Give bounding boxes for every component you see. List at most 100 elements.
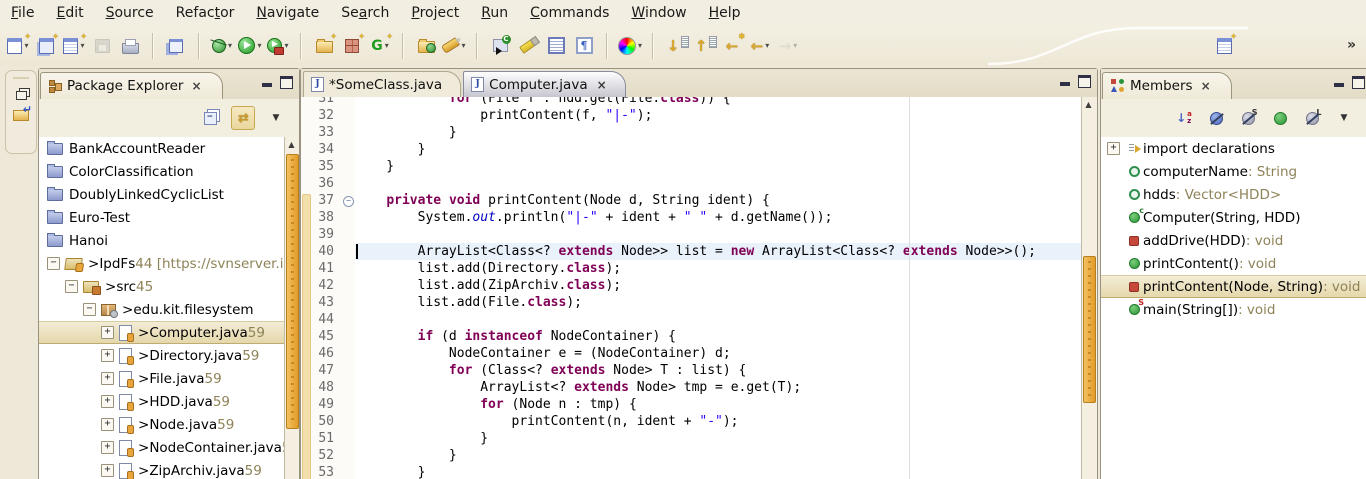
tree-item-nodecontainer-java[interactable]: +> NodeContainer.java 59 [39, 436, 284, 459]
dropdown-arrow-icon[interactable]: ▾ [80, 41, 84, 50]
code-line[interactable] [355, 175, 1082, 192]
dropdown-arrow-icon[interactable]: ▾ [257, 41, 261, 50]
code-line[interactable] [355, 226, 1082, 243]
editor-tab--someclass-java[interactable]: J*SomeClass.java [303, 71, 461, 97]
tree-item-ziparchiv-java[interactable]: +> ZipArchiv.java 59 [39, 459, 284, 479]
code-line[interactable]: } [355, 430, 1082, 447]
code-line[interactable]: NodeContainer e = (NodeContainer) d; [355, 345, 1082, 362]
back-icon[interactable]: ←▾ [748, 32, 772, 60]
code-line[interactable]: for (Class<? extends Node> T : list) { [355, 362, 1082, 379]
hide-static-icon[interactable]: S [1237, 107, 1259, 129]
code-line[interactable]: list.add(File.class); [355, 294, 1082, 311]
expander-icon[interactable]: + [101, 326, 114, 339]
new-window-icon[interactable] [164, 32, 188, 60]
close-icon[interactable]: × [1201, 79, 1211, 93]
color-wheel-icon[interactable]: ▾ [618, 32, 642, 60]
checkout-icon[interactable]: ✦ [312, 32, 336, 60]
editor-scrollbar[interactable]: ▲ [1081, 97, 1097, 479]
hide-fields-icon[interactable] [1205, 107, 1227, 129]
search-icon[interactable]: ▾ [442, 32, 466, 60]
dropdown-arrow-icon[interactable]: ▾ [24, 41, 28, 50]
maximize-icon[interactable] [1078, 75, 1091, 88]
scrollbar-thumb[interactable] [1083, 256, 1096, 403]
run-last-tool-icon[interactable] [488, 32, 512, 60]
forward-icon[interactable]: →▾ [776, 32, 800, 60]
dropdown-arrow-icon[interactable]: ▾ [461, 41, 465, 50]
member-import-declarations[interactable]: +import declarations [1101, 137, 1366, 160]
show-selected-element-icon[interactable] [544, 32, 568, 60]
maximize-icon[interactable] [1352, 76, 1365, 89]
close-icon[interactable]: × [597, 78, 607, 92]
scrollbar-thumb[interactable] [286, 154, 299, 429]
close-icon[interactable]: × [191, 79, 201, 93]
code-line[interactable]: } [355, 124, 1082, 141]
sort-icon[interactable]: ↓az [1173, 107, 1195, 129]
collapse-fold-icon[interactable]: − [343, 196, 354, 207]
expander-icon[interactable]: + [101, 349, 114, 362]
toolbar-overflow-chevron[interactable]: » [1347, 37, 1354, 53]
code-line[interactable]: list.add(Directory.class); [355, 260, 1082, 277]
code-line[interactable] [355, 311, 1082, 328]
code-line[interactable]: } [355, 464, 1082, 479]
menu-window[interactable]: Window [620, 3, 697, 23]
tree-item-edu-kit-filesystem[interactable]: −> edu.kit.filesystem [39, 298, 284, 321]
editor-content[interactable]: 3132333435363738394041424344454647484950… [301, 97, 1082, 479]
menu-search[interactable]: Search [330, 3, 400, 23]
tree-item-euro-test[interactable]: Euro-Test [39, 206, 284, 229]
code-line[interactable]: } [355, 158, 1082, 175]
code-line[interactable]: for (File f : hdd.get(File.class)) { [355, 97, 1082, 107]
tree-item-directory-java[interactable]: +> Directory.java 59 [39, 344, 284, 367]
code-line[interactable]: } [355, 447, 1082, 464]
hide-local-types-icon[interactable]: L [1301, 107, 1323, 129]
code-line[interactable]: list.add(ZipArchiv.class); [355, 277, 1082, 294]
new-package-icon[interactable]: ✦ [340, 32, 364, 60]
package-explorer-tab[interactable]: Package Explorer × [40, 72, 223, 99]
expander-icon[interactable]: + [101, 372, 114, 385]
menu-edit[interactable]: Edit [45, 3, 94, 23]
dropdown-arrow-icon[interactable]: ▾ [228, 41, 232, 50]
code-area[interactable]: for (File f : hdd.get(File.class)) { pri… [355, 97, 1082, 479]
show-public-icon[interactable] [1269, 107, 1291, 129]
tree-item-doublylinkedcycliclist[interactable]: DoublyLinkedCyclicList [39, 183, 284, 206]
code-line[interactable]: System.out.println("|-" + ident + " " + … [355, 209, 1082, 226]
code-line[interactable]: } [355, 141, 1082, 158]
menu-commands[interactable]: Commands [519, 3, 620, 23]
new-wizard-icon[interactable]: ✦▾ [6, 32, 30, 60]
member-printcontent-[interactable]: printContent() : void [1101, 252, 1366, 275]
annotation-ruler[interactable] [301, 97, 311, 479]
tree-item-src[interactable]: −> src 45 [39, 275, 284, 298]
folding-ruler[interactable]: − [341, 97, 355, 479]
tree-item-hdd-java[interactable]: +> HDD.java 59 [39, 390, 284, 413]
open-fastview-folder-icon[interactable] [13, 110, 29, 121]
print-icon[interactable] [118, 32, 142, 60]
minimize-icon[interactable] [262, 83, 272, 87]
minimize-icon[interactable] [1334, 83, 1344, 87]
run-icon[interactable]: ▾ [238, 32, 262, 60]
editor-tab-computer-java[interactable]: JComputer.java× [463, 71, 626, 97]
expander-icon[interactable]: − [83, 303, 96, 316]
view-menu-icon[interactable]: ▼ [265, 107, 287, 129]
restore-view-icon[interactable] [16, 91, 27, 100]
maximize-icon[interactable] [280, 76, 293, 89]
code-line[interactable]: for (Node n : tmp) { [355, 396, 1082, 413]
expander-icon[interactable]: + [1107, 142, 1120, 155]
code-line[interactable]: ArrayList<Class<? extends Node>> list = … [355, 243, 1082, 260]
collapse-all-icon[interactable]: − [199, 107, 221, 129]
member-adddrive-hdd-[interactable]: addDrive(HDD) : void [1101, 229, 1366, 252]
debug-icon[interactable]: ▾ [210, 32, 234, 60]
dropdown-arrow-icon[interactable]: ▾ [385, 41, 389, 50]
synchronize-icon[interactable]: G✦▾ [368, 32, 392, 60]
code-line[interactable]: ArrayList<? extends Node> tmp = e.get(T)… [355, 379, 1082, 396]
members-tab[interactable]: Members × [1102, 72, 1232, 99]
expander-icon[interactable]: + [101, 395, 114, 408]
expander-icon[interactable]: + [101, 464, 114, 477]
next-annotation-icon[interactable]: ↓▾ [664, 32, 688, 60]
new-java-project-icon[interactable]: ✦ [34, 32, 58, 60]
code-line[interactable]: printContent(f, "|-"); [355, 107, 1082, 124]
member-main-string-[interactable]: Smain(String[]) : void [1101, 298, 1366, 321]
expander-icon[interactable]: + [101, 441, 114, 454]
menu-navigate[interactable]: Navigate [245, 3, 330, 23]
expander-icon[interactable]: − [47, 257, 60, 270]
tree-item-colorclassification[interactable]: ColorClassification [39, 160, 284, 183]
menu-file[interactable]: File [0, 3, 45, 23]
